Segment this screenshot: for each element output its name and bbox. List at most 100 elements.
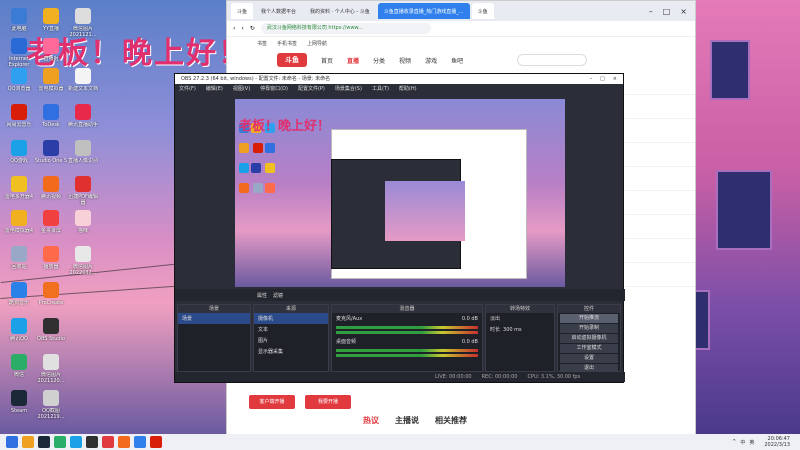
volume-slider[interactable] bbox=[336, 354, 478, 357]
obs-menu-item[interactable]: 停靠窗口(D) bbox=[260, 84, 288, 94]
site-nav-item[interactable]: 鱼吧 bbox=[451, 56, 463, 65]
desktop-icon[interactable]: 微信图片 2021120... bbox=[34, 354, 68, 390]
refresh-icon[interactable]: ↻ bbox=[250, 25, 255, 32]
source-item[interactable]: 显示器采集 bbox=[254, 346, 328, 357]
desktop-icon[interactable]: 雷电多开器4 bbox=[2, 176, 36, 212]
tray-item[interactable]: 英 bbox=[749, 439, 754, 446]
desktop-icon[interactable]: QQ截图 2021219... bbox=[34, 390, 68, 426]
desktop-icon[interactable]: ToDesk bbox=[34, 104, 68, 140]
desktop-icon[interactable]: 微信图片 2022032... bbox=[66, 246, 100, 282]
site-nav-item[interactable]: 首页 bbox=[321, 56, 333, 65]
broadcast-button[interactable]: 客户端开播 bbox=[249, 395, 295, 409]
content-tab[interactable]: 热议 bbox=[363, 415, 379, 426]
maximize-icon[interactable]: □ bbox=[663, 7, 671, 16]
desktop-icon[interactable]: 酷狗音乐 bbox=[2, 282, 36, 318]
control-button[interactable]: 开始推流 bbox=[560, 314, 618, 323]
toolbar-button[interactable]: 属性 bbox=[257, 292, 267, 299]
desktop-icon[interactable]: 金舟录屏 bbox=[34, 210, 68, 246]
taskbar-app-icon[interactable] bbox=[38, 436, 50, 448]
taskbar-app-icon[interactable] bbox=[54, 436, 66, 448]
obs-menu-item[interactable]: 帮助(H) bbox=[399, 84, 417, 94]
taskbar-app-icon[interactable] bbox=[86, 436, 98, 448]
close-icon[interactable]: × bbox=[680, 7, 687, 16]
tray-item[interactable]: 中 bbox=[740, 439, 745, 446]
obs-minimize-icon[interactable]: – bbox=[590, 74, 593, 84]
taskbar-app-icon[interactable] bbox=[134, 436, 146, 448]
browser-tab[interactable]: 我的资料 · 个人中心 - 斗鱼 bbox=[304, 3, 376, 19]
desktop-icon-label: 腾讯视频 bbox=[40, 194, 61, 200]
taskbar-app-icon[interactable] bbox=[22, 436, 34, 448]
desktop-icon[interactable]: 猫咪 bbox=[66, 210, 100, 246]
bookmark-item[interactable]: 书签 bbox=[257, 40, 267, 47]
obs-preview[interactable]: 老板！晚上好！ bbox=[235, 99, 565, 287]
obs-menu-item[interactable]: 视图(V) bbox=[233, 84, 250, 94]
desktop-icon[interactable]: ProCreate bbox=[34, 282, 68, 318]
browser-tab[interactable]: 斗鱼 bbox=[471, 3, 494, 19]
scene-item[interactable]: 场景 bbox=[178, 313, 250, 324]
control-button[interactable]: 工作室模式 bbox=[560, 344, 618, 353]
source-item[interactable]: 图片 bbox=[254, 335, 328, 346]
transition-type[interactable]: 淡出 bbox=[490, 315, 500, 322]
content-tab[interactable]: 主播说 bbox=[395, 415, 419, 426]
browser-tab[interactable]: 斗鱼 bbox=[231, 3, 254, 19]
browser-tab[interactable]: 斗鱼直播收录直播_热门游戏直播_... bbox=[377, 3, 470, 19]
bookmark-item[interactable]: 手机书签 bbox=[277, 40, 297, 47]
url-field[interactable]: 武汉斗鱼网络科技有限公司 https://www... bbox=[260, 23, 431, 34]
desktop-icon[interactable]: QQ浏览器 bbox=[2, 68, 36, 104]
app-icon bbox=[43, 246, 59, 262]
desktop-icon[interactable]: Studio One 5 bbox=[34, 140, 68, 176]
site-nav-item[interactable]: 视频 bbox=[399, 56, 411, 65]
broadcast-button[interactable]: 我要开播 bbox=[305, 395, 351, 409]
obs-menu-item[interactable]: 工具(T) bbox=[372, 84, 389, 94]
obs-menu-item[interactable]: 场景集合(S) bbox=[335, 84, 362, 94]
site-search-input[interactable] bbox=[517, 54, 588, 66]
site-nav-item[interactable]: 分类 bbox=[373, 56, 385, 65]
browser-tab[interactable]: 我个人数据平台 bbox=[255, 3, 302, 19]
desktop-icon[interactable]: QQ游戏 bbox=[2, 140, 36, 176]
tray-item[interactable]: ^ bbox=[732, 439, 736, 446]
taskbar-app-icon[interactable] bbox=[102, 436, 114, 448]
obs-menu-item[interactable]: 配置文件(P) bbox=[298, 84, 325, 94]
desktop-icon[interactable]: 腾讯视频 bbox=[34, 176, 68, 212]
taskbar-app-icon[interactable] bbox=[70, 436, 82, 448]
desktop-icon[interactable]: 腾讯QQ bbox=[2, 318, 36, 354]
desktop-icon[interactable]: 迅捷PDF编辑器 bbox=[66, 176, 100, 212]
desktop-icon[interactable]: OBS Studio bbox=[34, 318, 68, 354]
desktop-icon[interactable]: 微信 bbox=[2, 354, 36, 390]
obs-maximize-icon[interactable]: □ bbox=[600, 74, 605, 84]
source-item[interactable]: 摄像机 bbox=[254, 313, 328, 324]
control-button[interactable]: 设置 bbox=[560, 354, 618, 363]
desktop-icon[interactable]: 直播人像识别 bbox=[66, 140, 100, 176]
broadcast-buttons: 客户端开播 我要开播 bbox=[249, 395, 351, 409]
back-icon[interactable]: ‹ bbox=[233, 25, 235, 32]
desktop-icon[interactable]: 播放器 bbox=[34, 246, 68, 282]
desktop-icon[interactable]: 网易云音乐 bbox=[2, 104, 36, 140]
bookmark-item[interactable]: 上网导航 bbox=[307, 40, 327, 47]
desktop-icon[interactable]: 雷电模拟器4 bbox=[2, 210, 36, 246]
content-tab[interactable]: 相关推荐 bbox=[435, 415, 467, 426]
volume-slider[interactable] bbox=[336, 331, 478, 334]
douyu-logo[interactable]: 斗鱼 bbox=[277, 53, 307, 67]
desktop-icon[interactable]: 新建文本文档 bbox=[66, 68, 100, 104]
control-button[interactable]: 启动虚拟摄像机 bbox=[560, 334, 618, 343]
site-nav-item[interactable]: 直播 bbox=[347, 56, 359, 65]
toolbar-button[interactable]: 滤镜 bbox=[273, 292, 283, 299]
minimize-icon[interactable]: – bbox=[649, 7, 653, 16]
desktop-icon[interactable]: 微信图片 2021121... bbox=[66, 8, 100, 44]
control-button[interactable]: 开始录制 bbox=[560, 324, 618, 333]
start-icon[interactable] bbox=[6, 436, 18, 448]
clock[interactable]: 20:06:47 2022/3/13 bbox=[764, 436, 800, 448]
desktop-icon[interactable]: Steam bbox=[2, 390, 36, 426]
transition-duration[interactable]: 300 ms bbox=[503, 327, 522, 333]
site-nav-item[interactable]: 游戏 bbox=[425, 56, 437, 65]
obs-menu-item[interactable]: 编辑(E) bbox=[206, 84, 223, 94]
taskbar-app-icon[interactable] bbox=[118, 436, 130, 448]
desktop-icon[interactable]: 雷电模拟器 bbox=[34, 68, 68, 104]
forward-icon[interactable]: › bbox=[241, 25, 243, 32]
source-item[interactable]: 文本 bbox=[254, 324, 328, 335]
obs-menu-item[interactable]: 文件(F) bbox=[179, 84, 196, 94]
taskbar-app-icon[interactable] bbox=[150, 436, 162, 448]
desktop-icon[interactable]: 腾讯直播助手 bbox=[66, 104, 100, 140]
obs-close-icon[interactable]: × bbox=[613, 74, 617, 84]
desktop-icon[interactable]: 回收站 bbox=[2, 246, 36, 282]
